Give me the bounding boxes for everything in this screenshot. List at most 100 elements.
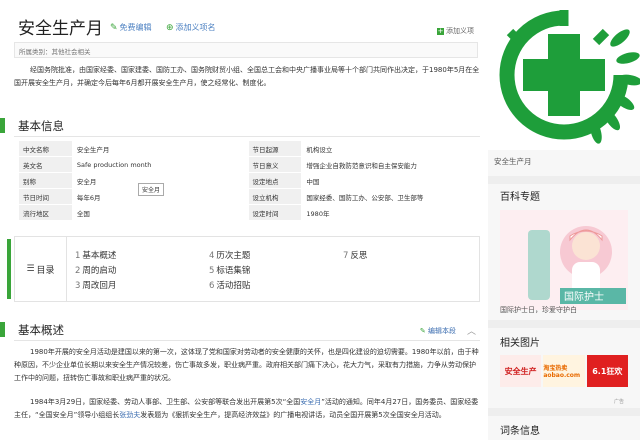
info-value: 国家经委、国防工办、公安部、卫生部等: [301, 188, 478, 205]
toc-num: 7: [343, 251, 349, 261]
logo-caption: 安全生产月: [494, 157, 532, 166]
info-key: 设定时间: [247, 204, 303, 221]
title-row: 安全生产月 ✎ 免费编辑 ⊕ 添加义项名 + 添加义项: [18, 14, 478, 40]
table-row: 中文名称 安全生产月 节日起源 机构设立: [18, 140, 478, 157]
edit-section-label: 编辑本段: [428, 327, 456, 335]
safety-cross-logo-icon: [499, 10, 640, 144]
page-title: 安全生产月: [18, 19, 103, 39]
ad-label: 广告: [614, 399, 625, 405]
info-value: 安全生产月: [71, 140, 249, 157]
info-key: 节日意义: [247, 156, 303, 173]
nurse-illustration-icon: 国际护士: [500, 210, 628, 310]
pencil-icon: ✎: [419, 327, 426, 335]
info-key: 节日起源: [247, 140, 303, 157]
nurse-day-promo-image[interactable]: 国际护士: [500, 210, 628, 310]
safety-logo-image[interactable]: [488, 0, 640, 150]
info-key: 设立机构: [247, 188, 303, 205]
toc-item[interactable]: 5 标语集锦: [209, 264, 250, 279]
toc-text: 基本概述: [82, 251, 117, 261]
edit-entry-button[interactable]: ✎ 免费编辑: [110, 22, 152, 33]
link-safety-month[interactable]: 安全月: [300, 398, 321, 406]
toc-num: 2: [75, 266, 81, 276]
info-key: 别称: [18, 172, 73, 189]
overview-paragraph-2: 1984年3月29日，国家经委、劳动人事部、卫生部、公安部等联合发出开展第5次“…: [14, 396, 480, 422]
table-row: 流行地区 全国 设定时间 1980年: [18, 204, 478, 221]
section-marker: [0, 322, 5, 337]
toc-column: 1 基本概述 2 周的启动 3 周改回月: [75, 249, 116, 294]
info-value: 机构设立: [301, 140, 478, 157]
info-key: 设定地点: [247, 172, 303, 189]
tooltip: 安全月: [138, 183, 165, 196]
toc-num: 3: [75, 281, 81, 291]
sidebar-divider: [488, 408, 640, 416]
ad-thumb-sale[interactable]: 6.1狂欢: [586, 355, 628, 387]
category-bar: 所属类别：其他社会相关: [14, 42, 478, 58]
toc-num: 6: [209, 281, 215, 291]
table-row: 节日时间 每年6月 设立机构 国家经委、国防工办、公安部、卫生部等: [18, 188, 478, 205]
list-icon: ☰: [26, 264, 35, 274]
toc-num: 5: [209, 266, 215, 276]
pencil-icon: ✎: [110, 22, 118, 33]
main-content: 安全生产月 ✎ 免费编辑 ⊕ 添加义项名 + 添加义项 所属类别：其他社会相关 …: [0, 0, 486, 440]
info-key: 中文名称: [18, 140, 73, 157]
info-key: 英文名: [18, 156, 73, 173]
promo-banner-text: 国际护士: [564, 290, 604, 303]
sidebar-divider: [488, 320, 640, 328]
toc-num: 1: [75, 251, 81, 261]
info-key: 节日时间: [18, 188, 73, 205]
section-marker: [7, 239, 11, 299]
info-value: Safe production month: [71, 156, 249, 173]
page: { "header": { "title": "安全生产月", "edit_la…: [0, 0, 640, 440]
toc-text: 周的启动: [82, 266, 117, 276]
edit-entry-label: 免费编辑: [119, 23, 152, 32]
sidebar: 安全生产月 百科专题 国际护士 国际护士日，珍爱守护白 相关图片 安全生产 淘宝…: [488, 0, 640, 440]
toc-column: 7 反思: [343, 249, 367, 264]
toc-item[interactable]: 6 活动招贴: [209, 279, 250, 294]
para-text: 发表题为《狠抓安全生产，提高经济效益》的广播电视讲话，动员全国开展第5次全国安全…: [140, 411, 446, 419]
plus-icon: +: [437, 26, 444, 35]
basic-info-title: 基本信息: [18, 119, 64, 133]
table-row: 别称 安全月 设定地点 中国: [18, 172, 478, 189]
overview-paragraph-1: 1980年开展的安全月活动是建国以来的第一次，这体现了党和国家对劳动者的安全健康…: [14, 348, 479, 382]
info-value: 增强企业自救防范意识和自主保安能力: [301, 156, 478, 173]
collapse-icon[interactable]: ︿: [467, 324, 476, 337]
special-topic-heading: 百科专题: [500, 192, 540, 203]
toc-label: ☰ 目录: [15, 237, 67, 301]
toc-text: 标语集锦: [216, 266, 251, 276]
section-divider: [14, 340, 480, 341]
toc-title: 目录: [36, 265, 55, 276]
link-zhang-jinfu[interactable]: 张劲夫: [119, 411, 140, 419]
related-images-heading: 相关图片: [500, 338, 540, 349]
toc-item[interactable]: 3 周改回月: [75, 279, 116, 294]
basic-info-heading: 基本信息: [0, 116, 486, 137]
intro-paragraph: 经国务院批准，由国家经委、国家建委、国防工办、国务院财贸小组、全国总工会和中央广…: [14, 66, 480, 87]
ad-thumb-taobao[interactable]: 淘宝热卖 aobao.com: [543, 355, 585, 387]
add-circle-icon: ⊕: [166, 22, 174, 33]
toc-text: 周改回月: [82, 281, 117, 291]
toc-text: 活动招贴: [216, 281, 251, 291]
sidebar-divider: [488, 176, 640, 184]
related-image-thumb[interactable]: 安全生产: [500, 355, 542, 387]
toc-item[interactable]: 7 反思: [343, 249, 367, 264]
toc-column: 4 历次主题 5 标语集锦 6 活动招贴: [209, 249, 250, 294]
table-of-contents: ☰ 目录 1 基本概述 2 周的启动 3 周改回月 4 历次主题 5 标语集锦 6 活动招贴…: [7, 236, 480, 302]
toc-item[interactable]: 2 周的启动: [75, 264, 116, 279]
edit-section-button[interactable]: ✎ 编辑本段: [420, 326, 456, 336]
add-synonym-button[interactable]: + 添加义项: [437, 26, 474, 36]
info-value: 中国: [301, 172, 478, 189]
info-key: 流行地区: [18, 204, 73, 221]
add-tag-label: 添加义项名: [175, 23, 216, 32]
toc-num: 4: [209, 251, 215, 261]
add-synonym-label: 添加义项: [446, 27, 474, 35]
entry-info-heading: 词条信息: [500, 426, 540, 437]
overview-heading: 基本概述: [0, 320, 486, 341]
toc-item[interactable]: 4 历次主题: [209, 249, 250, 264]
info-value: 1980年: [301, 204, 478, 221]
add-tag-button[interactable]: ⊕ 添加义项名: [166, 22, 216, 33]
promo-caption: 国际护士日，珍爱守护白: [500, 306, 577, 314]
related-images-row: 安全生产 淘宝热卖 aobao.com 6.1狂欢: [500, 355, 628, 387]
section-marker: [0, 118, 5, 133]
section-divider: [14, 136, 480, 137]
toc-item[interactable]: 1 基本概述: [75, 249, 116, 264]
toc-text: 历次主题: [216, 251, 251, 261]
